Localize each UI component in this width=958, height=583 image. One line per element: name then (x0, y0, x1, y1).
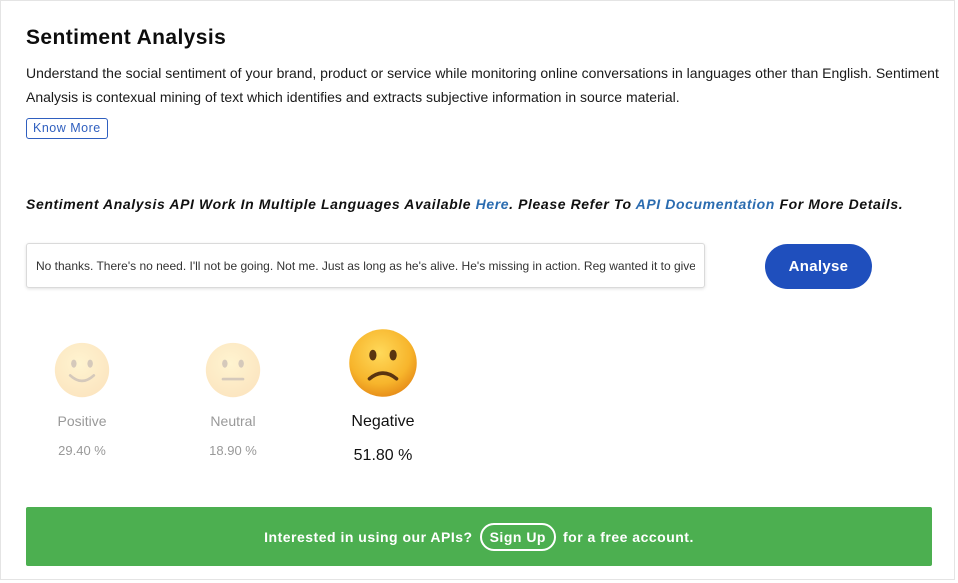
sign-up-button[interactable]: Sign Up (479, 522, 556, 551)
analysis-text-input[interactable] (26, 243, 705, 288)
positive-result: Positive 29.40 % (42, 341, 122, 458)
signup-suffix-text: for a free account. (562, 528, 694, 545)
neutral-label: Neutral (210, 413, 256, 429)
frowning-face-icon (333, 327, 433, 399)
negative-percent: 51.80 % (353, 447, 413, 464)
smiling-face-icon (42, 341, 122, 399)
api-note-suffix: For More Details. (774, 196, 904, 212)
signup-prefix-text: Interested in using our APIs? (264, 528, 473, 545)
neutral-result: Neutral 18.90 % (193, 341, 273, 458)
know-more-button[interactable]: Know More (26, 118, 108, 139)
signup-banner: Interested in using our APIs? Sign Up fo… (26, 507, 932, 566)
positive-label: Positive (57, 413, 107, 429)
neutral-face-icon (193, 341, 273, 399)
page-description: Understand the social sentiment of your … (26, 65, 939, 105)
here-link[interactable]: Here (476, 196, 510, 212)
analyse-button[interactable]: Analyse (765, 244, 872, 289)
api-languages-note: Sentiment Analysis API Work In Multiple … (26, 197, 906, 212)
api-documentation-link[interactable]: API Documentation (636, 196, 775, 212)
negative-label: Negative (351, 413, 415, 430)
negative-result: Negative 51.80 % (333, 327, 433, 465)
neutral-percent: 18.90 % (209, 443, 257, 458)
page-title: Sentiment Analysis (26, 26, 227, 49)
sentiment-analysis-card: Sentiment Analysis Understand the social… (0, 0, 955, 580)
positive-percent: 29.40 % (58, 443, 106, 458)
api-note-prefix: Sentiment Analysis API Work In Multiple … (26, 196, 476, 212)
api-note-middle: . Please Refer To (509, 196, 636, 212)
